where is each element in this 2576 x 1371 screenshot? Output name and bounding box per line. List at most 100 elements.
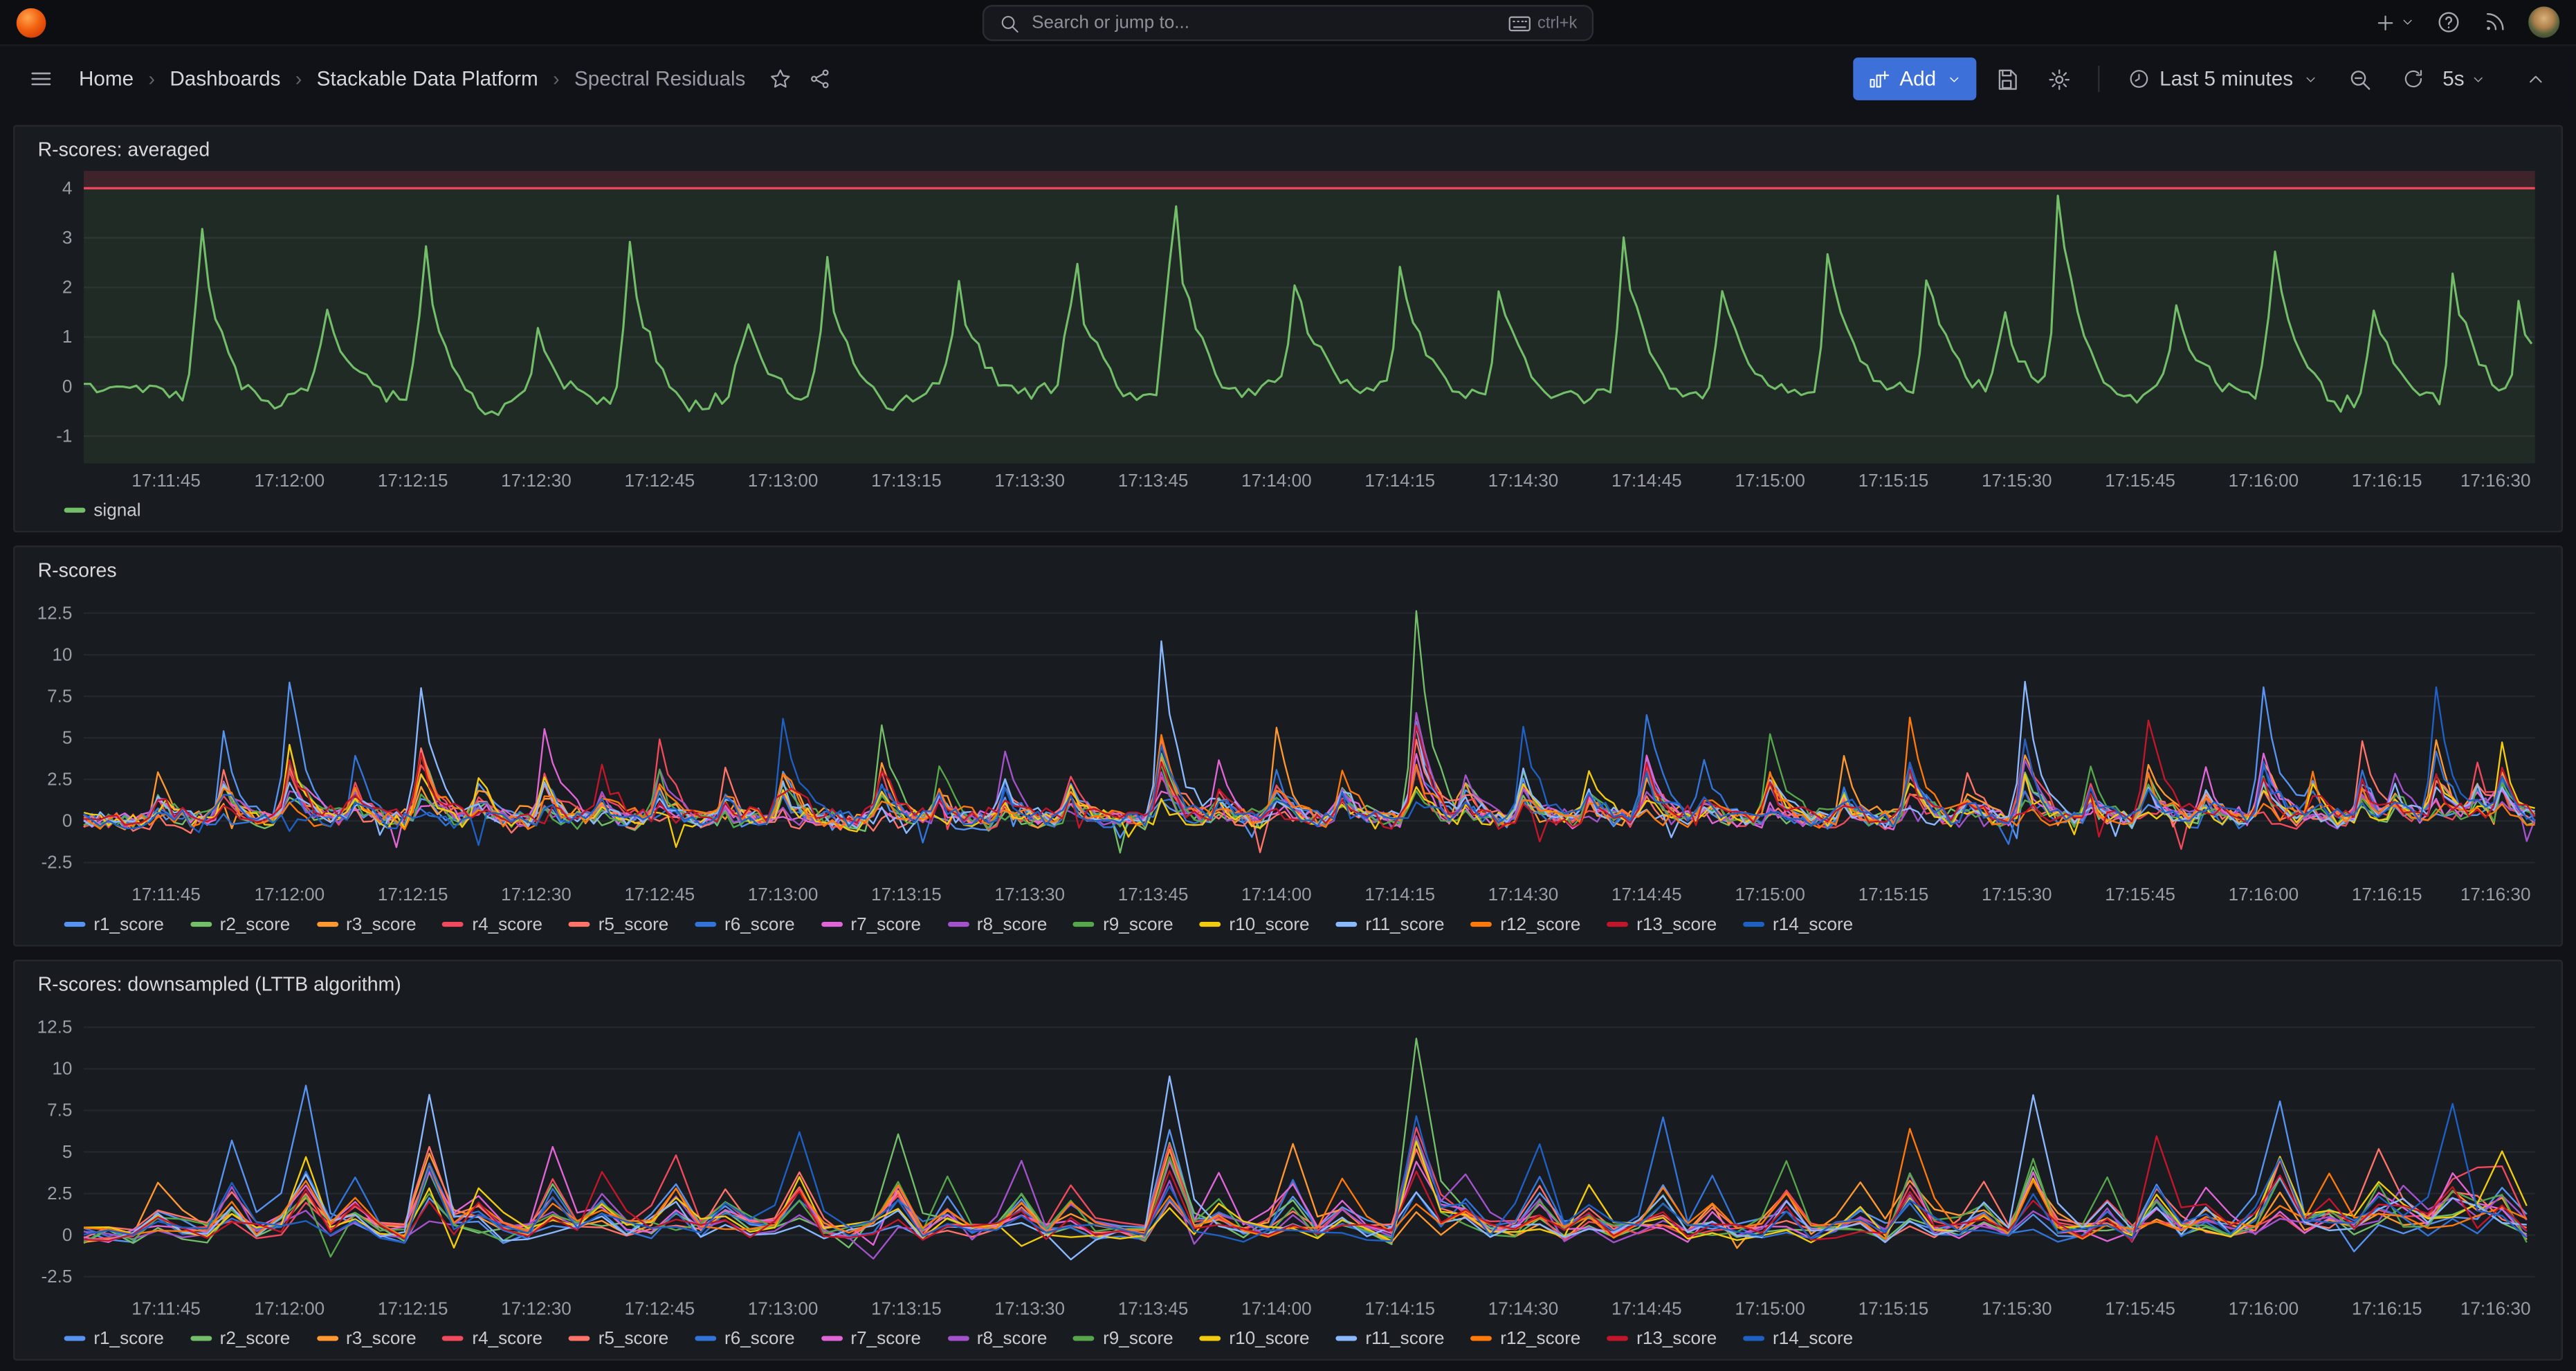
legend-swatch xyxy=(1743,1336,1764,1341)
legend-label: r14_score xyxy=(1773,914,1853,934)
legend-item-r11_score[interactable]: r11_score xyxy=(1336,1326,1445,1351)
legend-item-r6_score[interactable]: r6_score xyxy=(695,912,794,937)
legend-swatch xyxy=(1607,1336,1628,1341)
legend-item-r14_score[interactable]: r14_score xyxy=(1743,1326,1853,1351)
user-avatar[interactable] xyxy=(2528,6,2559,37)
help-icon[interactable] xyxy=(2436,10,2461,35)
svg-text:17:11:45: 17:11:45 xyxy=(131,884,201,905)
legend-label: r9_score xyxy=(1103,914,1173,934)
panel-title[interactable]: R-scores: downsampled (LTTB algorithm) xyxy=(28,970,2548,999)
svg-text:17:14:15: 17:14:15 xyxy=(1364,470,1435,491)
legend-item-signal[interactable]: signal xyxy=(64,498,141,523)
legend-item-r5_score[interactable]: r5_score xyxy=(569,1326,668,1351)
search-input[interactable]: Search or jump to... ctrl+k xyxy=(983,5,1593,41)
breadcrumb: Home › Dashboards › Stackable Data Platf… xyxy=(79,67,745,90)
legend-item-r13_score[interactable]: r13_score xyxy=(1607,1326,1717,1351)
legend-swatch xyxy=(1743,922,1764,927)
new-menu-button[interactable] xyxy=(2374,10,2415,33)
legend-item-r3_score[interactable]: r3_score xyxy=(316,1326,416,1351)
legend-item-r2_score[interactable]: r2_score xyxy=(190,1326,290,1351)
add-panel-icon xyxy=(1868,69,1890,90)
legend-item-r8_score[interactable]: r8_score xyxy=(947,1326,1047,1351)
legend-item-r12_score[interactable]: r12_score xyxy=(1471,912,1581,937)
top-bar: Search or jump to... ctrl+k xyxy=(0,0,2576,46)
svg-text:17:12:45: 17:12:45 xyxy=(624,1298,695,1318)
grafana-logo[interactable] xyxy=(17,8,46,37)
legend-item-r6_score[interactable]: r6_score xyxy=(695,1326,794,1351)
breadcrumb-folder[interactable]: Stackable Data Platform xyxy=(317,67,538,90)
legend-item-r9_score[interactable]: r9_score xyxy=(1073,912,1173,937)
svg-text:17:16:30: 17:16:30 xyxy=(2460,884,2531,905)
legend-label: r11_score xyxy=(1365,914,1444,934)
svg-text:17:15:45: 17:15:45 xyxy=(2105,1298,2175,1318)
svg-text:17:13:15: 17:13:15 xyxy=(871,884,942,905)
chart-legend: signal xyxy=(28,493,2548,523)
svg-text:17:12:30: 17:12:30 xyxy=(501,470,572,491)
legend-item-r14_score[interactable]: r14_score xyxy=(1743,912,1853,937)
legend-item-r7_score[interactable]: r7_score xyxy=(821,912,921,937)
legend-item-r13_score[interactable]: r13_score xyxy=(1607,912,1717,937)
svg-text:17:15:15: 17:15:15 xyxy=(1858,884,1929,905)
zoom-out-icon[interactable] xyxy=(2339,57,2382,100)
panel-title[interactable]: R-scores: averaged xyxy=(28,135,2548,165)
legend-item-r4_score[interactable]: r4_score xyxy=(443,912,542,937)
legend-item-r8_score[interactable]: r8_score xyxy=(947,912,1047,937)
legend-item-r12_score[interactable]: r12_score xyxy=(1471,1326,1581,1351)
breadcrumb-home[interactable]: Home xyxy=(79,67,134,90)
downsampled-time-series-chart[interactable]: -2.502.557.51012.517:11:4517:12:0017:12:… xyxy=(28,999,2548,1321)
svg-text:17:14:00: 17:14:00 xyxy=(1241,884,1312,905)
breadcrumb-dashboards[interactable]: Dashboards xyxy=(170,67,280,90)
svg-text:17:16:15: 17:16:15 xyxy=(2352,1298,2422,1318)
time-range-picker[interactable]: Last 5 minutes xyxy=(2115,57,2329,100)
chevron-up-icon[interactable] xyxy=(2514,57,2557,100)
legend-item-r11_score[interactable]: r11_score xyxy=(1336,912,1445,937)
svg-text:-1: -1 xyxy=(56,425,72,446)
star-icon[interactable] xyxy=(769,67,792,90)
dashboard-canvas: R-scores: averaged -10123417:11:4517:12:… xyxy=(0,111,2576,1361)
refresh-interval-picker[interactable]: 5s xyxy=(2434,57,2494,100)
svg-text:2.5: 2.5 xyxy=(47,1183,72,1204)
divider xyxy=(2097,66,2099,92)
svg-text:17:13:00: 17:13:00 xyxy=(748,470,819,491)
legend-swatch xyxy=(316,922,338,927)
legend-label: r12_score xyxy=(1500,1329,1580,1348)
add-button[interactable]: Add xyxy=(1854,57,1975,100)
chart-legend: r1_score r2_score r3_score r4_score r5_score… xyxy=(28,907,2548,937)
svg-text:17:13:45: 17:13:45 xyxy=(1118,884,1189,905)
legend-item-r9_score[interactable]: r9_score xyxy=(1073,1326,1173,1351)
legend-item-r3_score[interactable]: r3_score xyxy=(316,912,416,937)
legend-item-r10_score[interactable]: r10_score xyxy=(1200,912,1310,937)
legend-label: r2_score xyxy=(220,914,291,934)
legend-label: r6_score xyxy=(724,914,795,934)
legend-item-r7_score[interactable]: r7_score xyxy=(821,1326,921,1351)
svg-text:12.5: 12.5 xyxy=(37,1017,73,1037)
svg-text:17:16:00: 17:16:00 xyxy=(2229,884,2299,905)
legend-item-r2_score[interactable]: r2_score xyxy=(190,912,290,937)
svg-text:17:14:30: 17:14:30 xyxy=(1488,1298,1559,1318)
legend-swatch xyxy=(569,1336,590,1341)
legend-swatch xyxy=(695,922,716,927)
save-dashboard-icon[interactable] xyxy=(1985,57,2028,100)
legend-item-r10_score[interactable]: r10_score xyxy=(1200,1326,1310,1351)
panel-title[interactable]: R-scores xyxy=(28,556,2548,585)
dashboard-settings-icon[interactable] xyxy=(2038,57,2081,100)
legend-item-r1_score[interactable]: r1_score xyxy=(64,912,164,937)
legend-swatch xyxy=(1336,922,1358,927)
legend-item-r4_score[interactable]: r4_score xyxy=(443,1326,542,1351)
share-icon[interactable] xyxy=(808,67,831,90)
news-icon[interactable] xyxy=(2483,10,2508,35)
mega-menu-icon[interactable] xyxy=(19,57,62,100)
legend-label: r1_score xyxy=(93,914,164,934)
refresh-icon[interactable] xyxy=(2392,57,2435,100)
svg-text:17:13:30: 17:13:30 xyxy=(994,884,1065,905)
legend-item-r5_score[interactable]: r5_score xyxy=(569,912,668,937)
legend-label: r4_score xyxy=(472,1329,542,1348)
averaged-time-series-chart[interactable]: -10123417:11:4517:12:0017:12:1517:12:301… xyxy=(28,164,2548,493)
svg-text:17:14:00: 17:14:00 xyxy=(1241,1298,1312,1318)
legend-item-r1_score[interactable]: r1_score xyxy=(64,1326,164,1351)
svg-text:17:15:30: 17:15:30 xyxy=(1982,470,2052,491)
svg-text:17:12:00: 17:12:00 xyxy=(255,884,325,905)
rscores-time-series-chart[interactable]: -2.502.557.51012.517:11:4517:12:0017:12:… xyxy=(28,585,2548,907)
svg-text:17:14:30: 17:14:30 xyxy=(1488,470,1559,491)
legend-label: r1_score xyxy=(93,1329,164,1348)
